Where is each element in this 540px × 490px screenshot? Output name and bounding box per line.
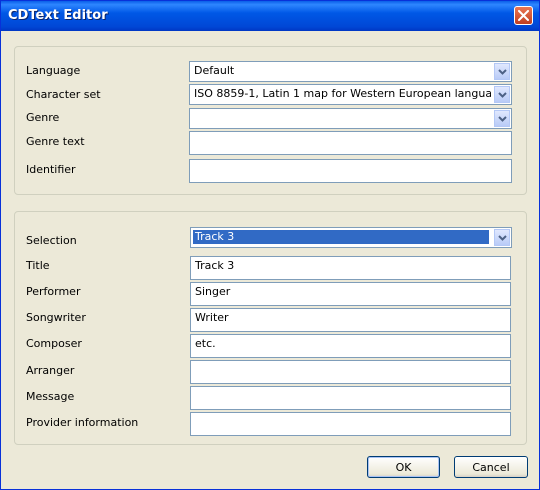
character-set-combobox[interactable]: ISO 8859-1, Latin 1 map for Western Euro… xyxy=(189,84,512,105)
track-selection-dropdown-arrow[interactable] xyxy=(494,229,510,246)
character-set-value: ISO 8859-1, Latin 1 map for Western Euro… xyxy=(194,87,491,100)
language-combobox[interactable]: Default xyxy=(189,61,512,82)
dialog-window: CDText Editor Language Default Character… xyxy=(0,0,540,490)
window-title: CDText Editor xyxy=(8,8,108,23)
ok-button[interactable]: OK xyxy=(367,456,440,478)
chevron-down-icon xyxy=(497,91,507,98)
genre-combobox[interactable] xyxy=(189,108,512,129)
language-dropdown-arrow[interactable] xyxy=(494,63,510,80)
message-input[interactable] xyxy=(190,386,511,410)
identifier-label: Identifier xyxy=(26,163,76,176)
close-button[interactable] xyxy=(514,6,533,25)
title-label: Title xyxy=(26,259,50,272)
performer-label: Performer xyxy=(26,285,81,298)
selection-label: Selection xyxy=(26,234,77,247)
close-icon xyxy=(518,10,529,21)
songwriter-input[interactable]: Writer xyxy=(190,308,511,332)
provider-information-input[interactable] xyxy=(190,412,511,436)
cancel-button[interactable]: Cancel xyxy=(454,456,528,478)
genre-text-input[interactable] xyxy=(189,131,512,155)
composer-label: Composer xyxy=(26,337,82,350)
chevron-down-icon xyxy=(497,115,507,122)
songwriter-label: Songwriter xyxy=(26,311,86,324)
arranger-label: Arranger xyxy=(26,364,75,377)
character-set-label: Character set xyxy=(26,88,101,101)
genre-dropdown-arrow[interactable] xyxy=(494,110,510,127)
language-label: Language xyxy=(26,64,81,77)
track-selection-combobox[interactable]: Track 3 xyxy=(190,227,512,248)
title-bar[interactable]: CDText Editor xyxy=(1,1,539,31)
language-value: Default xyxy=(194,64,235,77)
genre-label: Genre xyxy=(26,111,60,124)
title-input[interactable]: Track 3 xyxy=(190,256,511,280)
provider-information-label: Provider information xyxy=(26,416,139,429)
performer-input[interactable]: Singer xyxy=(190,282,511,306)
identifier-input[interactable] xyxy=(189,159,512,183)
character-set-dropdown-arrow[interactable] xyxy=(494,86,510,103)
chevron-down-icon xyxy=(497,68,507,75)
arranger-input[interactable] xyxy=(190,360,511,384)
track-selection-value: Track 3 xyxy=(193,230,489,244)
composer-input[interactable]: etc. xyxy=(190,334,511,358)
chevron-down-icon xyxy=(497,234,507,241)
message-label: Message xyxy=(26,390,75,403)
genre-text-label: Genre text xyxy=(26,135,85,148)
